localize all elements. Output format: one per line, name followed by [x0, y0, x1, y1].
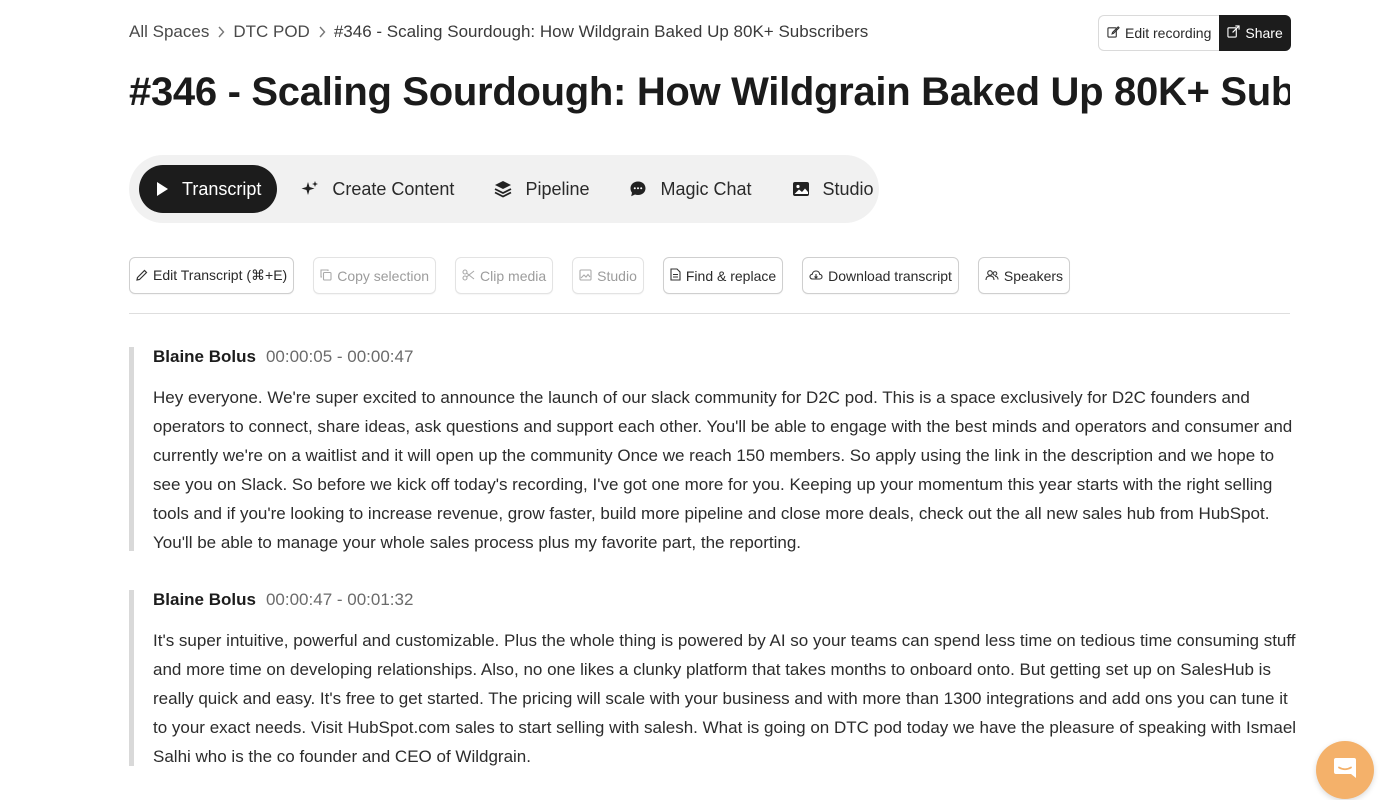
edit-recording-button[interactable]: Edit recording — [1098, 15, 1220, 51]
breadcrumb: All Spaces DTC POD #346 - Scaling Sourdo… — [129, 21, 868, 43]
toolbar-divider — [129, 313, 1290, 314]
find-replace-button[interactable]: Find & replace — [662, 257, 784, 294]
layers-icon — [494, 180, 512, 198]
copy-selection-button[interactable]: Copy selection — [313, 257, 437, 294]
breadcrumb-all-spaces[interactable]: All Spaces — [129, 22, 209, 42]
segment-timestamp[interactable]: 00:00:47 - 00:01:32 — [266, 590, 413, 610]
segment-text[interactable]: It's super intuitive, powerful and custo… — [153, 626, 1298, 771]
breadcrumb-dtc-pod[interactable]: DTC POD — [233, 22, 310, 42]
segment-header: Blaine Bolus 00:00:47 - 00:01:32 — [153, 590, 1290, 612]
edit-recording-label: Edit recording — [1125, 25, 1212, 41]
chevron-right-icon — [209, 26, 233, 38]
pencil-icon — [136, 268, 148, 284]
image-icon — [579, 268, 592, 284]
document-icon — [670, 267, 681, 284]
tab-transcript[interactable]: Transcript — [139, 165, 278, 213]
tab-magic-chat-label: Magic Chat — [660, 178, 752, 199]
tab-magic-chat[interactable]: Magic Chat — [613, 165, 767, 213]
transcript-segment[interactable]: Blaine Bolus 00:00:05 - 00:00:47 Hey eve… — [129, 347, 1292, 552]
edit-transcript-label: Edit Transcript (⌘+E) — [153, 267, 288, 283]
speaker-name[interactable]: Blaine Bolus — [153, 347, 256, 367]
download-transcript-label: Download transcript — [828, 267, 952, 284]
chat-icon — [1332, 755, 1358, 786]
tab-studio-label: Studio — [822, 178, 874, 199]
share-button[interactable]: Share — [1219, 15, 1291, 51]
find-replace-label: Find & replace — [685, 267, 777, 284]
scissors-icon — [462, 268, 475, 284]
support-chat-button[interactable] — [1316, 741, 1374, 799]
clip-media-label: Clip media — [480, 267, 547, 284]
chat-bubble-icon — [629, 180, 647, 198]
view-tabbar: Transcript Create Content Pipeline Magic… — [129, 155, 879, 223]
tab-create-content[interactable]: Create Content — [285, 165, 470, 213]
page-title: #346 - Scaling Sourdough: How Wildgrain … — [129, 70, 1290, 114]
segment-header: Blaine Bolus 00:00:05 - 00:00:47 — [153, 347, 1290, 369]
tab-studio[interactable]: Studio — [776, 165, 890, 213]
studio-toolbar-button[interactable]: Studio — [572, 257, 644, 294]
studio-toolbar-label: Studio — [597, 267, 637, 284]
share-label: Share — [1245, 25, 1283, 41]
tab-create-content-label: Create Content — [332, 178, 455, 199]
tab-pipeline-label: Pipeline — [525, 178, 590, 199]
transcript-toolbar: Edit Transcript (⌘+E) Copy selection Cli… — [129, 257, 1071, 294]
image-icon — [792, 181, 810, 197]
speaker-name[interactable]: Blaine Bolus — [153, 590, 256, 610]
segment-timestamp[interactable]: 00:00:05 - 00:00:47 — [266, 347, 413, 367]
clip-media-button[interactable]: Clip media — [455, 257, 554, 294]
play-icon — [155, 181, 169, 197]
cloud-download-icon — [809, 268, 823, 284]
header-actions: Edit recording Share — [1098, 15, 1291, 51]
external-link-icon — [1227, 25, 1241, 41]
speakers-label: Speakers — [1003, 267, 1064, 284]
download-transcript-button[interactable]: Download transcript — [802, 257, 959, 294]
edit-icon — [1107, 25, 1120, 41]
transcript-segment[interactable]: Blaine Bolus 00:00:47 - 00:01:32 It's su… — [129, 590, 1296, 766]
sparkles-icon — [301, 180, 319, 198]
speakers-button[interactable]: Speakers — [977, 257, 1071, 294]
tab-transcript-label: Transcript — [182, 178, 262, 199]
segment-text[interactable]: Hey everyone. We're super excited to ann… — [153, 383, 1298, 557]
copy-selection-label: Copy selection — [337, 267, 430, 284]
edit-transcript-button[interactable]: Edit Transcript (⌘+E) — [129, 257, 295, 294]
users-icon — [985, 268, 999, 284]
breadcrumb-current-episode: #346 - Scaling Sourdough: How Wildgrain … — [333, 22, 869, 41]
chevron-right-icon — [310, 26, 334, 38]
copy-icon — [320, 268, 332, 284]
tab-pipeline[interactable]: Pipeline — [478, 165, 605, 213]
